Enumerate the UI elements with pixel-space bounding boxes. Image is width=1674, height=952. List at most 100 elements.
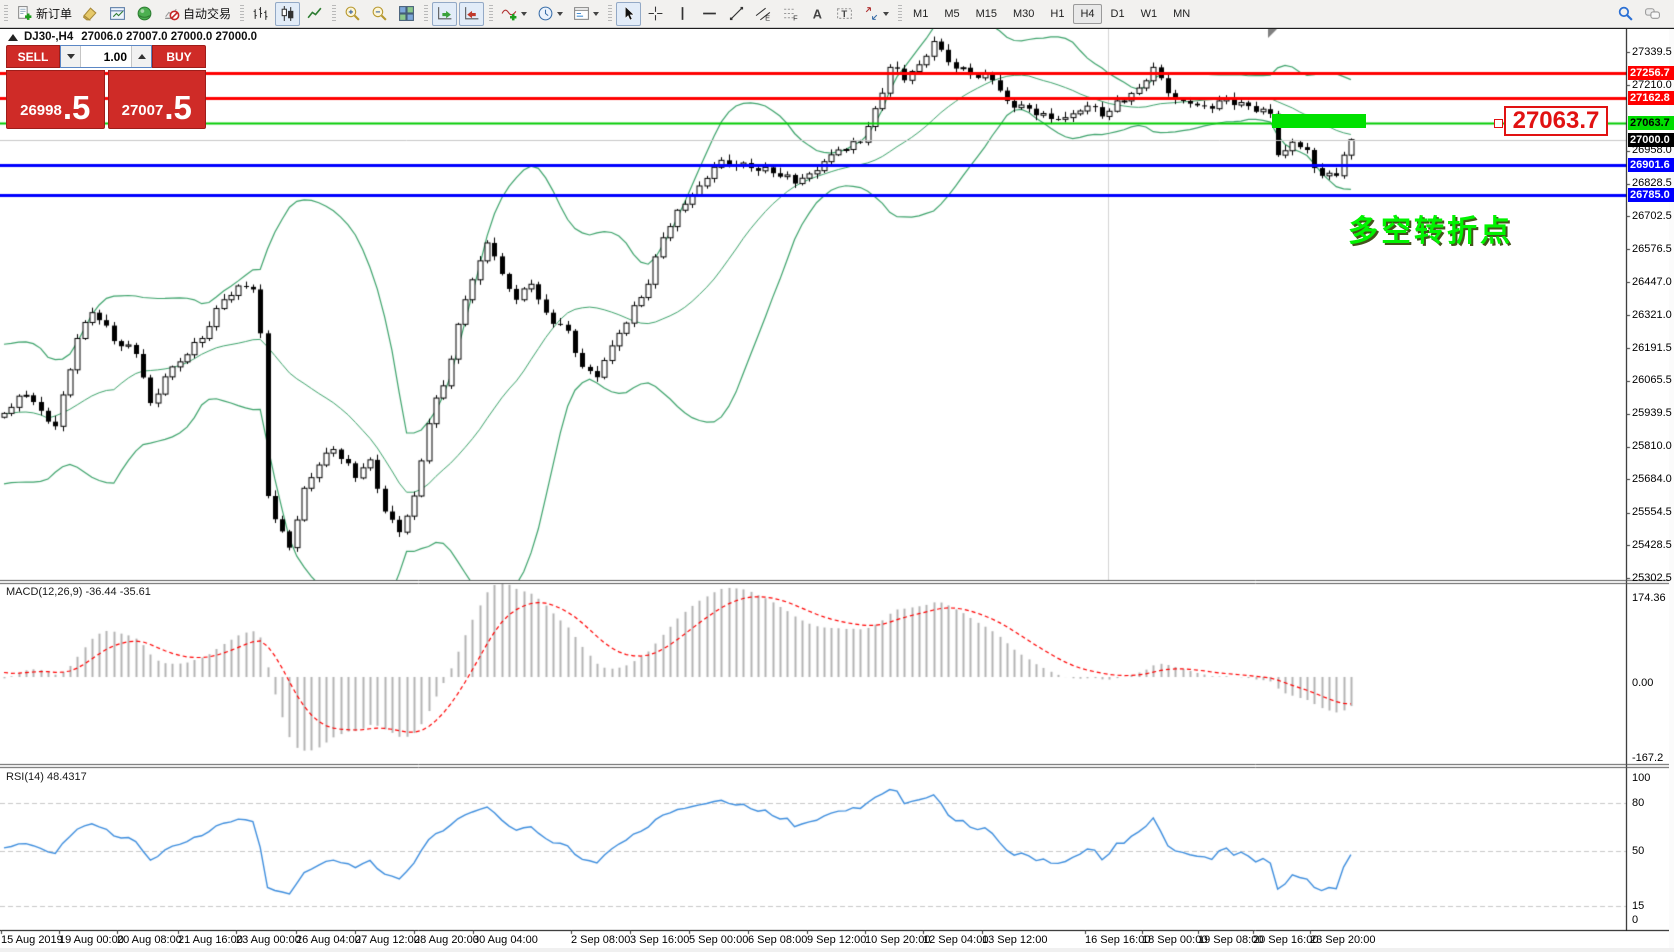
price-level-badge: 27000.0 [1628, 133, 1674, 147]
timeframe-m1-button[interactable]: M1 [906, 4, 935, 24]
text-a-button[interactable]: A [805, 2, 830, 26]
time-axis[interactable]: 15 Aug 201919 Aug 00:0020 Aug 08:0021 Au… [0, 933, 1674, 948]
highlight-zone-box[interactable] [1272, 114, 1366, 128]
equidistant-channel-button[interactable]: E [751, 2, 776, 26]
toolbar: 新订单 自动交易 E FAT M1M5M15M30H1H4D1W1MN [0, 0, 1674, 28]
new-order-button[interactable]: 新订单 [12, 2, 76, 26]
price-tick-label: 25810.0 [1632, 440, 1672, 452]
crosshair-button[interactable] [643, 2, 668, 26]
dropdown-caret-icon [521, 12, 527, 16]
equidistant-channel-icon: E [755, 5, 772, 22]
rsi-tick-label: 80 [1632, 797, 1644, 809]
price-axis[interactable]: 27339.527210.026958.026828.526702.526576… [1627, 0, 1674, 930]
price-tick-label: 26702.5 [1632, 210, 1672, 222]
time-tick-label: 5 Sep 00:00 [689, 934, 748, 946]
time-tick-label: 26 Aug 04:00 [296, 934, 361, 946]
macd-tick-label: 0.00 [1632, 677, 1653, 689]
time-tick-label: 28 Aug 20:00 [414, 934, 479, 946]
candles-chart-icon [279, 5, 296, 22]
dropdown-caret-icon [557, 12, 563, 16]
autotrading-label: 自动交易 [183, 5, 231, 22]
auto-scroll-button[interactable] [432, 2, 457, 26]
arrows-button[interactable] [859, 2, 893, 26]
zoom-in-button[interactable] [340, 2, 365, 26]
time-tick-label: 13 Sep 12:00 [982, 934, 1047, 946]
chart-shift-icon [463, 5, 480, 22]
cursor-button[interactable] [616, 2, 641, 26]
autotrading-icon [163, 5, 180, 22]
autotrading-button[interactable]: 自动交易 [159, 2, 235, 26]
price-level-badge: 27162.8 [1628, 91, 1674, 105]
sell-price-button[interactable]: 26998 .5 [6, 70, 105, 129]
time-tick-label: 6 Sep 08:00 [748, 934, 807, 946]
sell-price-frac: .5 [63, 91, 91, 124]
trend-line-button[interactable] [724, 2, 749, 26]
timeframe-m5-button[interactable]: M5 [937, 4, 966, 24]
timeframe-h4-button[interactable]: H4 [1073, 4, 1101, 24]
eraser-button[interactable] [78, 2, 103, 26]
line-endpoint-handle[interactable] [1494, 119, 1503, 128]
periods-icon [537, 5, 554, 22]
search-button[interactable] [1613, 2, 1638, 26]
chart-window-button[interactable] [105, 2, 130, 26]
price-tick-label: 27339.5 [1632, 46, 1672, 58]
templates-button[interactable] [569, 2, 603, 26]
price-tick-label: 25302.5 [1632, 572, 1672, 584]
auto-scroll-icon [436, 5, 453, 22]
crosshair-icon [647, 5, 664, 22]
time-tick-label: 19 Aug 00:00 [59, 934, 124, 946]
periods-button[interactable] [533, 2, 567, 26]
timeframe-d1-button[interactable]: D1 [1104, 4, 1132, 24]
bars-chart-button[interactable] [248, 2, 273, 26]
new-order-label: 新订单 [36, 5, 72, 22]
market-orb-button[interactable] [132, 2, 157, 26]
chart-canvas[interactable] [0, 0, 1674, 952]
time-tick-label: 21 Aug 16:00 [178, 934, 243, 946]
community-chat-icon [1644, 5, 1661, 22]
price-tick-label: 26321.0 [1632, 309, 1672, 321]
vertical-line-icon [674, 5, 691, 22]
macd-indicator-label: MACD(12,26,9) -36.44 -35.61 [6, 586, 151, 598]
community-chat-button[interactable] [1640, 2, 1665, 26]
line-chart-button[interactable] [302, 2, 327, 26]
buy-price-int: 27007 [122, 98, 164, 124]
symbol-header: DJ30-,H4 27006.0 27007.0 27000.0 27000.0 [8, 31, 257, 43]
horizontal-line-button[interactable] [697, 2, 722, 26]
time-tick-label: 27 Aug 12:00 [355, 934, 420, 946]
timeframe-w1-button[interactable]: W1 [1134, 4, 1165, 24]
symbol-title: DJ30-,H4 [24, 31, 73, 43]
sell-button[interactable]: SELL [6, 45, 60, 68]
timeframe-mn-button[interactable]: MN [1166, 4, 1197, 24]
volume-increase-button[interactable] [131, 46, 151, 67]
eraser-icon [82, 5, 99, 22]
price-tick-label: 26576.5 [1632, 243, 1672, 255]
buy-button[interactable]: BUY [152, 45, 206, 68]
vertical-line-button[interactable] [670, 2, 695, 26]
price-callout-label[interactable]: 27063.7 [1504, 106, 1608, 136]
chart-annotation-text: 多空转折点 [1348, 206, 1513, 250]
price-level-badge: 27063.7 [1628, 116, 1674, 130]
timeframe-m15-button[interactable]: M15 [969, 4, 1004, 24]
buy-price-button[interactable]: 27007 .5 [108, 70, 207, 129]
zoom-out-button[interactable] [367, 2, 392, 26]
timeframe-h1-button[interactable]: H1 [1043, 4, 1071, 24]
volume-decrease-button[interactable] [61, 46, 81, 67]
toolbar-grip [898, 5, 902, 23]
indicators-button[interactable] [497, 2, 531, 26]
candles-chart-button[interactable] [275, 2, 300, 26]
fibonacci-button[interactable]: F [778, 2, 803, 26]
timeframe-m30-button[interactable]: M30 [1006, 4, 1041, 24]
templates-icon [573, 5, 590, 22]
toolbar-grip [424, 5, 428, 23]
rsi-tick-label: 15 [1632, 900, 1644, 912]
collapse-panel-icon[interactable] [8, 34, 18, 41]
chart-shift-button[interactable] [459, 2, 484, 26]
triangle-up-icon [138, 54, 146, 59]
volume-input[interactable] [81, 46, 131, 67]
price-tick-label: 26065.5 [1632, 374, 1672, 386]
text-label-button[interactable]: T [832, 2, 857, 26]
tile-windows-button[interactable] [394, 2, 419, 26]
time-tick-label: 23 Aug 00:00 [236, 934, 301, 946]
svg-text:F: F [793, 13, 798, 22]
line-chart-icon [306, 5, 323, 22]
